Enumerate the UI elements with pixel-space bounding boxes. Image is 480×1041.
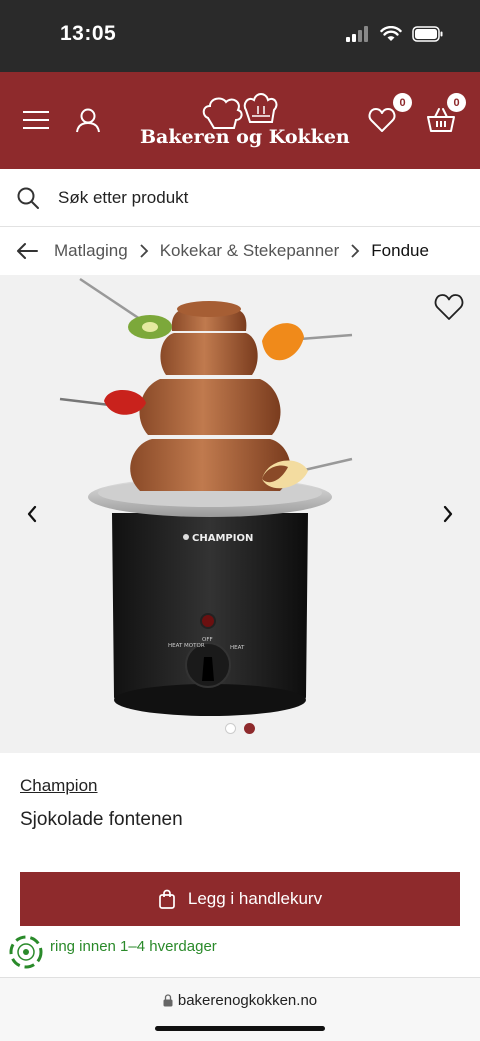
chef-hats-icon bbox=[202, 93, 278, 129]
logo-text: Bakeren og Kokken bbox=[140, 126, 350, 148]
status-bar: 13:05 bbox=[0, 0, 480, 72]
heart-icon bbox=[368, 108, 396, 132]
breadcrumb-item-kokekar[interactable]: Kokekar & Stekepanner bbox=[160, 241, 340, 261]
delivery-text: ring innen 1–4 hverdager bbox=[50, 938, 217, 955]
pagination-dot[interactable] bbox=[225, 723, 236, 734]
breadcrumb-item-fondue: Fondue bbox=[371, 241, 429, 260]
back-button[interactable] bbox=[16, 242, 38, 260]
shopping-bag-icon bbox=[159, 889, 175, 909]
user-icon bbox=[76, 108, 100, 133]
menu-icon bbox=[23, 111, 49, 129]
base-brand-text: CHAMPION bbox=[192, 533, 253, 544]
product-name: Sjokolade fontenen bbox=[20, 809, 183, 830]
lock-icon bbox=[163, 994, 173, 1007]
chevron-right-icon bbox=[350, 244, 360, 258]
browser-address-bar[interactable]: bakerenogkokken.no bbox=[0, 977, 480, 1041]
prev-image-button[interactable] bbox=[20, 502, 44, 526]
knob-label-heat-motor: HEAT MOTOR bbox=[168, 643, 205, 649]
signal-icon bbox=[346, 26, 368, 42]
add-to-cart-button[interactable]: Legg i handlekurv bbox=[20, 872, 460, 926]
search-bar bbox=[0, 169, 480, 227]
add-to-cart-label: Legg i handlekurv bbox=[187, 889, 323, 908]
home-indicator[interactable] bbox=[155, 1026, 325, 1031]
search-icon bbox=[17, 187, 39, 209]
url-display[interactable]: bakerenogkokken.no bbox=[0, 992, 480, 1009]
product-brand-link[interactable]: Champion bbox=[20, 776, 98, 796]
search-input[interactable] bbox=[58, 183, 458, 213]
heart-outline-icon bbox=[434, 294, 464, 320]
product-image: CHAMPION HEAT MOTOR OFF HEAT bbox=[59, 277, 353, 716]
pagination-dot-active[interactable] bbox=[244, 723, 255, 734]
site-header: Bakeren og Kokken 0 0 bbox=[0, 72, 480, 169]
gallery-pagination bbox=[225, 723, 255, 734]
chevron-right-icon bbox=[443, 505, 453, 523]
product-gallery[interactable]: CHAMPION HEAT MOTOR OFF HEAT bbox=[0, 275, 480, 753]
breadcrumb-item-matlaging[interactable]: Matlaging bbox=[54, 241, 128, 261]
wishlist-count-badge: 0 bbox=[393, 93, 412, 112]
cart-count-badge: 0 bbox=[447, 93, 466, 112]
next-image-button[interactable] bbox=[436, 502, 460, 526]
account-button[interactable] bbox=[72, 104, 104, 136]
chevron-left-icon bbox=[27, 505, 37, 523]
status-time: 13:05 bbox=[60, 22, 117, 45]
site-logo[interactable]: Bakeren og Kokken bbox=[140, 86, 350, 158]
url-text: bakerenogkokken.no bbox=[177, 992, 318, 1009]
wifi-icon bbox=[380, 26, 402, 41]
breadcrumb: Matlaging Kokekar & Stekepanner Fondue bbox=[0, 227, 480, 275]
favorite-button[interactable] bbox=[434, 293, 464, 326]
knob-label-off: OFF bbox=[202, 637, 213, 643]
knob-label-heat: HEAT bbox=[230, 645, 245, 651]
chevron-right-icon bbox=[139, 244, 149, 258]
wishlist-button[interactable] bbox=[366, 104, 398, 136]
status-icons bbox=[346, 26, 444, 42]
delivery-info: ring innen 1–4 hverdager bbox=[0, 930, 480, 974]
arrow-left-icon bbox=[17, 243, 38, 259]
menu-button[interactable] bbox=[20, 104, 52, 136]
delivery-loader-icon bbox=[9, 935, 43, 969]
battery-icon bbox=[412, 26, 443, 42]
